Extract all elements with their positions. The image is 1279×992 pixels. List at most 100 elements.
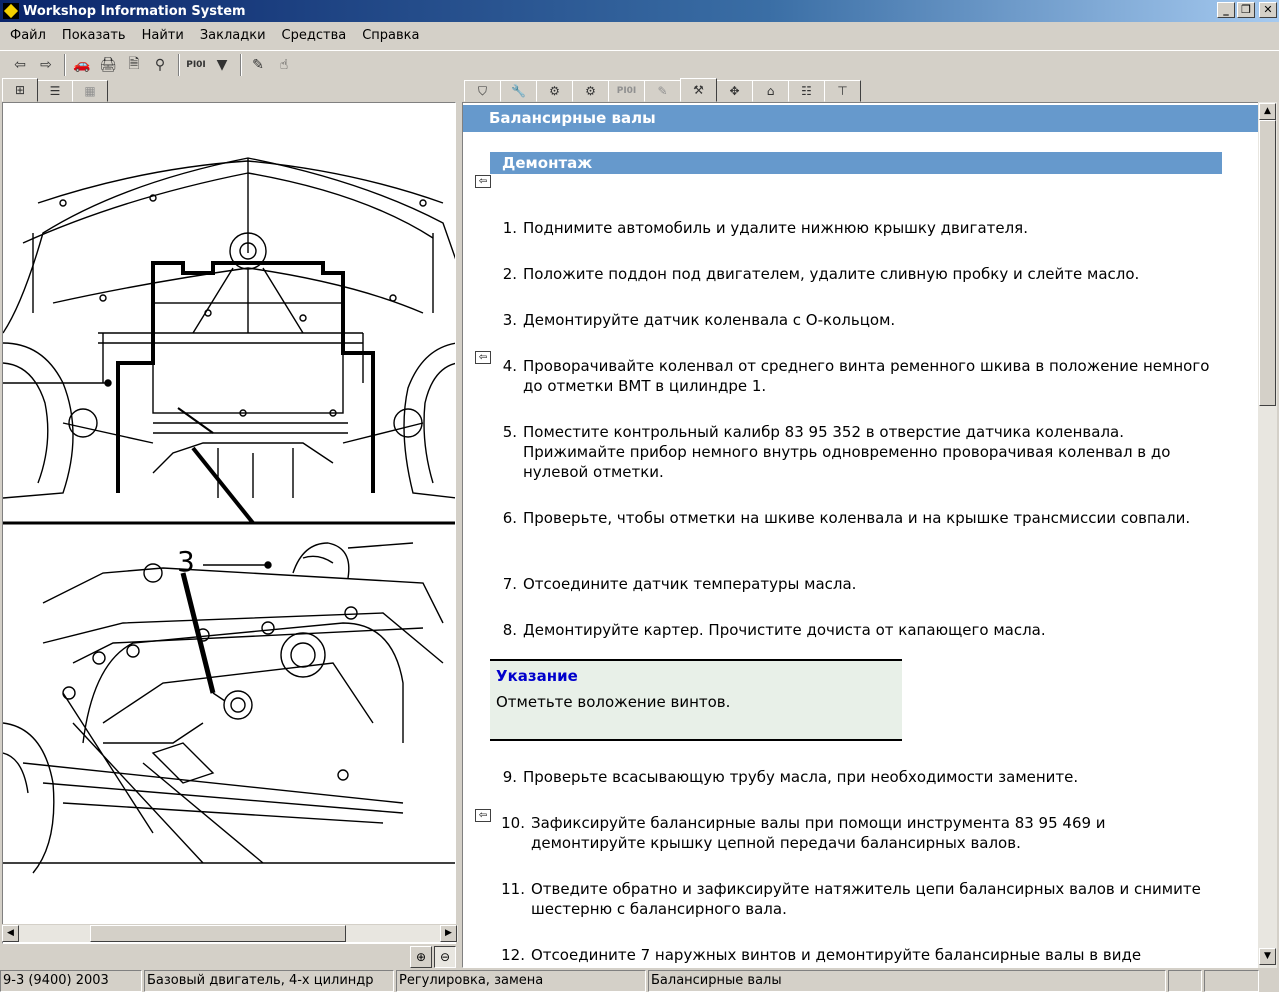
menu-find[interactable]: Найти bbox=[134, 28, 192, 43]
toolbar-separator bbox=[178, 53, 180, 76]
document-pane: Балансирные валы Демонтаж ⇦ 1. Поднимите… bbox=[462, 102, 1277, 968]
menu-file[interactable]: Файл bbox=[0, 28, 54, 43]
step-text: Зафиксируйте балансирные валы при помощи… bbox=[531, 814, 1106, 852]
menu-tools[interactable]: Средства bbox=[274, 28, 355, 43]
menu-help[interactable]: Справка bbox=[354, 28, 427, 43]
close-button[interactable]: ✕ bbox=[1259, 2, 1277, 18]
tab-wrench-icon[interactable]: 🔧 bbox=[500, 80, 537, 102]
menu-bar: Файл Показать Найти Закладки Средства Сп… bbox=[0, 24, 427, 46]
step-text: Отсоедините датчик температуры масла. bbox=[523, 575, 857, 593]
note-title: Указание bbox=[496, 667, 578, 685]
pointer-note-icon[interactable]: ☝ bbox=[272, 53, 296, 77]
step-item: 8. Демонтируйте картер. Прочистите дочис… bbox=[497, 620, 1217, 640]
zoom-out-icon[interactable]: ⊖ bbox=[434, 946, 456, 968]
status-cell-empty bbox=[1204, 970, 1259, 992]
step-number: 9. bbox=[502, 768, 517, 786]
tab-overview-icon[interactable]: ⛉ bbox=[464, 80, 501, 102]
status-group: Базовый двигатель, 4-х цилиндр bbox=[144, 970, 394, 992]
toolbar-separator bbox=[240, 53, 242, 76]
tab-clothing-icon[interactable]: ⊤ bbox=[824, 80, 861, 102]
app-icon bbox=[3, 3, 19, 19]
step-number: 5. bbox=[502, 423, 517, 441]
step-number: 12. bbox=[501, 946, 525, 964]
step-item: 2. Положите поддон под двигателем, удали… bbox=[497, 264, 1217, 284]
step-text: Демонтируйте датчик коленвала с О-кольцо… bbox=[523, 311, 896, 329]
step-text: Поднимите автомобиль и удалите нижнюю кр… bbox=[523, 219, 1028, 237]
status-bar: 9-3 (9400) 2003 Базовый двигатель, 4-х ц… bbox=[0, 970, 1279, 992]
tab-vehicle-icon[interactable]: ⌂ bbox=[752, 80, 789, 102]
callout-number: 3 bbox=[177, 545, 195, 578]
highlighter-icon[interactable]: ✎ bbox=[246, 53, 270, 77]
filter-icon[interactable]: ▼ bbox=[210, 53, 234, 77]
step-text: Поместите контрольный калибр 83 95 352 в… bbox=[523, 423, 1171, 481]
step-number: 3. bbox=[502, 311, 517, 329]
step-number: 4. bbox=[502, 357, 517, 375]
step-item: 10. Зафиксируйте балансирные валы при по… bbox=[497, 813, 1217, 853]
car-icon[interactable]: 🚗 bbox=[70, 53, 94, 77]
scroll-right-icon[interactable]: ▶ bbox=[440, 925, 457, 942]
back-link-icon[interactable]: ⇦ bbox=[475, 351, 491, 364]
back-arrow-icon[interactable]: ⇦ bbox=[8, 53, 32, 77]
tab-move-icon[interactable]: ✥ bbox=[716, 80, 753, 102]
scroll-down-icon[interactable]: ▼ bbox=[1259, 948, 1276, 965]
zoom-in-icon[interactable]: ⊕ bbox=[410, 946, 432, 968]
illustration-horizontal-scrollbar[interactable]: ◀ ▶ bbox=[2, 924, 458, 942]
tab-component-icon[interactable]: ⚙ bbox=[572, 80, 609, 102]
pi-button[interactable]: PI0I bbox=[184, 53, 208, 77]
tab-image-icon[interactable]: ▦ bbox=[72, 80, 108, 102]
status-operation: Регулировка, замена bbox=[396, 970, 646, 992]
step-item: 1. Поднимите автомобиль и удалите нижнюю… bbox=[497, 218, 1217, 238]
toolbar: ⇦ ⇨ 🚗 🖨 🗎 ⚲ PI0I ▼ ✎ ☝ bbox=[0, 50, 1279, 78]
step-item: 12. Отсоедините 7 наружных винтов и демо… bbox=[497, 945, 1217, 965]
step-item: 9. Проверьте всасывающую трубу масла, пр… bbox=[497, 767, 1217, 787]
menu-bookmarks[interactable]: Закладки bbox=[192, 28, 274, 43]
document-title: Балансирные валы bbox=[463, 105, 1259, 132]
note-box: Указание Отметьте воложение винтов. bbox=[490, 659, 902, 741]
step-item: 11. Отведите обратно и зафиксируйте натя… bbox=[497, 879, 1217, 919]
scroll-thumb[interactable] bbox=[90, 925, 346, 942]
tab-repair-icon[interactable]: ⚒ bbox=[680, 78, 717, 102]
section-title: Демонтаж bbox=[490, 152, 1222, 174]
print-icon[interactable]: 🖨 bbox=[96, 53, 120, 77]
step-text: Проворачивайте коленвал от среднего винт… bbox=[523, 357, 1210, 395]
print-page-icon[interactable]: 🗎 bbox=[122, 53, 146, 77]
step-item: 3. Демонтируйте датчик коленвала с О-кол… bbox=[497, 310, 1217, 330]
scroll-left-icon[interactable]: ◀ bbox=[2, 925, 19, 942]
scroll-up-icon[interactable]: ▲ bbox=[1259, 103, 1276, 120]
scroll-thumb[interactable] bbox=[1259, 120, 1276, 406]
tab-gear-icon[interactable]: ⚙ bbox=[536, 80, 573, 102]
step-number: 11. bbox=[501, 880, 525, 898]
step-item: 4. Проворачивайте коленвал от среднего в… bbox=[497, 356, 1217, 396]
window-title: Workshop Information System bbox=[23, 3, 246, 19]
tab-document-icon[interactable]: ☰ bbox=[37, 80, 73, 102]
step-text: Отсоедините 7 наружных винтов и демонтир… bbox=[531, 946, 1142, 964]
minimize-button[interactable]: _ bbox=[1217, 2, 1235, 18]
engine-illustration: 3 bbox=[3, 157, 455, 874]
status-model: 9-3 (9400) 2003 bbox=[0, 970, 142, 992]
step-text: Проверьте всасывающую трубу масла, при н… bbox=[523, 768, 1079, 786]
step-text: Проверьте, чтобы отметки на шкиве коленв… bbox=[523, 509, 1191, 527]
step-text: Демонтируйте картер. Прочистите дочиста … bbox=[523, 621, 1046, 639]
step-number: 7. bbox=[502, 575, 517, 593]
back-link-icon[interactable]: ⇦ bbox=[475, 175, 491, 188]
back-link-icon[interactable]: ⇦ bbox=[475, 809, 491, 822]
tab-pi-label[interactable]: PI0I bbox=[608, 80, 645, 102]
forward-arrow-icon[interactable]: ⇨ bbox=[34, 53, 58, 77]
step-item: 5. Поместите контрольный калибр 83 95 35… bbox=[497, 422, 1217, 482]
tab-bulletin-icon[interactable]: ☷ bbox=[788, 80, 825, 102]
illustration-pane: 3 bbox=[2, 102, 456, 944]
step-number: 1. bbox=[502, 219, 517, 237]
document-vertical-scrollbar[interactable]: ▲ ▼ bbox=[1258, 102, 1277, 968]
note-text: Отметьте воложение винтов. bbox=[496, 693, 731, 711]
binoculars-icon[interactable]: ⚲ bbox=[148, 53, 172, 77]
step-text: Отведите обратно и зафиксируйте натяжите… bbox=[531, 880, 1201, 918]
tab-tool-icon[interactable]: ✎ bbox=[644, 80, 681, 102]
step-number: 10. bbox=[501, 814, 525, 832]
menu-view[interactable]: Показать bbox=[54, 28, 134, 43]
step-item: 6. Проверьте, чтобы отметки на шкиве кол… bbox=[497, 508, 1217, 528]
status-cell-empty bbox=[1168, 970, 1202, 992]
step-text: Положите поддон под двигателем, удалите … bbox=[523, 265, 1140, 283]
status-document: Балансирные валы bbox=[648, 970, 1166, 992]
tab-tree-icon[interactable]: ⊞ bbox=[2, 78, 38, 102]
restore-button[interactable]: ❐ bbox=[1237, 2, 1255, 18]
